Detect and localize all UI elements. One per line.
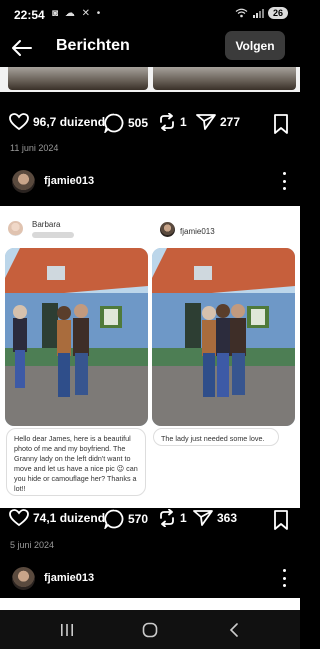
- share-icon: [196, 114, 216, 130]
- share-button[interactable]: 277: [196, 113, 240, 131]
- post-actions: 96,7 duizend 505 1 277: [0, 109, 300, 139]
- post-actions: 74,1 duizend 570 1 363: [0, 505, 300, 535]
- repost-count: 1: [180, 511, 187, 525]
- back-nav-button[interactable]: [225, 621, 243, 639]
- more-icon: [282, 569, 286, 572]
- request-message: Hello dear James, here is a beautiful ph…: [6, 428, 146, 496]
- like-count: 96,7 duizend: [33, 115, 106, 129]
- avatar: [160, 222, 175, 237]
- avatar: [8, 221, 23, 236]
- original-photo: [5, 248, 148, 426]
- right-card-header: fjamie013: [150, 206, 300, 246]
- back-arrow-icon: [12, 40, 32, 56]
- follow-button[interactable]: Volgen: [225, 31, 285, 60]
- share-count: 363: [217, 511, 238, 525]
- page-title: Berichten: [56, 37, 130, 54]
- comment-count: 570: [128, 512, 149, 526]
- save-button[interactable]: [272, 509, 290, 531]
- post-date: 5 juni 2024: [10, 540, 55, 550]
- post-author: fjamie013: [0, 565, 300, 595]
- avatar[interactable]: [12, 170, 35, 193]
- image-thumbnail-left: [8, 67, 148, 90]
- comment-button[interactable]: 505: [104, 113, 148, 133]
- notification-icons: ◙ ☁ ✕ •: [52, 8, 103, 19]
- image-thumbnail-right: [153, 67, 296, 90]
- post-image[interactable]: Barbara Hello dear James, here is a beau…: [0, 206, 300, 508]
- previous-post-image[interactable]: [0, 67, 300, 92]
- save-button[interactable]: [272, 113, 290, 135]
- edited-photo: [152, 248, 295, 426]
- like-count: 74,1 duizend: [33, 511, 106, 525]
- system-nav-bar: [0, 610, 300, 649]
- like-button[interactable]: 74,1 duizend: [9, 509, 105, 527]
- comment-count: 505: [128, 116, 149, 130]
- app-bar: Berichten Volgen: [0, 30, 300, 66]
- heart-icon: [9, 113, 29, 131]
- reply-message: The lady just needed some love.: [153, 428, 279, 446]
- recent-apps-icon: [61, 624, 73, 636]
- repost-icon: [160, 113, 174, 131]
- share-button[interactable]: 363: [193, 509, 237, 527]
- status-bar: 22:54 ◙ ☁ ✕ • 26: [0, 0, 300, 30]
- post-date: 11 juni 2024: [10, 143, 59, 153]
- repost-count: 1: [180, 115, 187, 129]
- status-right: 26: [235, 7, 288, 19]
- home-icon: [142, 622, 158, 638]
- bookmark-icon: [274, 510, 288, 530]
- heart-icon: [9, 509, 29, 527]
- next-post-image[interactable]: [0, 598, 300, 610]
- bookmark-icon: [274, 114, 288, 134]
- back-button[interactable]: [8, 34, 36, 62]
- editor-name: fjamie013: [180, 227, 215, 236]
- repost-icon: [160, 509, 174, 527]
- home-button[interactable]: [141, 621, 159, 639]
- like-button[interactable]: 96,7 duizend: [9, 113, 105, 131]
- post-author: fjamie013: [0, 168, 300, 198]
- wifi-icon: [235, 8, 248, 18]
- status-time: 22:54: [14, 8, 45, 22]
- comment-button[interactable]: 570: [104, 509, 148, 529]
- more-button[interactable]: [280, 569, 288, 587]
- more-button[interactable]: [280, 172, 288, 190]
- signal-icon: [252, 9, 264, 18]
- share-icon: [193, 510, 213, 526]
- more-icon: [282, 172, 286, 175]
- blurred-username: [32, 232, 74, 238]
- battery-indicator: 26: [267, 7, 288, 19]
- chevron-left-icon: [229, 623, 238, 637]
- author-name[interactable]: fjamie013: [44, 572, 94, 584]
- comment-icon: [104, 113, 124, 133]
- share-count: 277: [220, 115, 241, 129]
- sender-name: Barbara: [32, 220, 61, 229]
- avatar[interactable]: [12, 567, 35, 590]
- repost-button[interactable]: 1: [158, 113, 187, 131]
- comment-icon: [104, 509, 124, 529]
- repost-button[interactable]: 1: [158, 509, 187, 527]
- left-card-header: Barbara: [0, 206, 150, 246]
- recent-apps-button[interactable]: [58, 621, 76, 639]
- author-name[interactable]: fjamie013: [44, 175, 94, 187]
